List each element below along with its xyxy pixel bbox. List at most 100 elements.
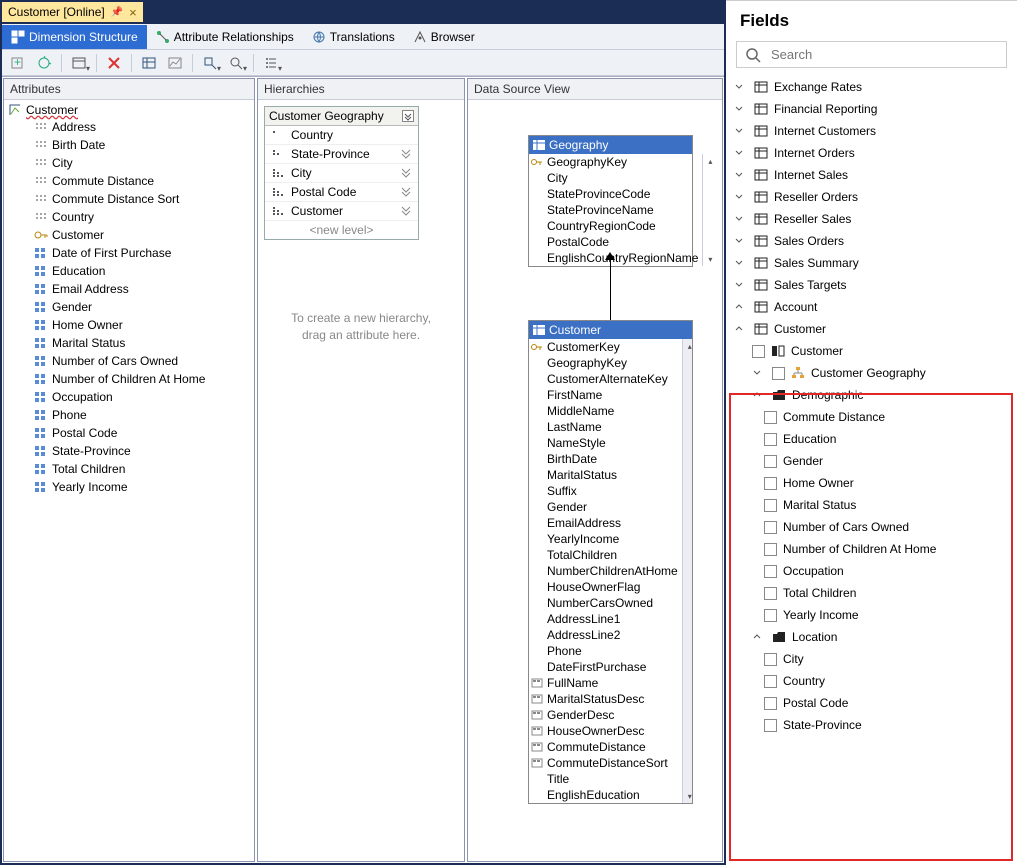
table-column[interactable]: GenderDesc <box>529 707 682 723</box>
attribute-item[interactable]: Commute Distance <box>6 172 252 190</box>
fields-table[interactable]: Sales Summary <box>726 252 1017 274</box>
fields-table[interactable]: Internet Sales <box>726 164 1017 186</box>
attribute-item[interactable]: Address <box>6 118 252 136</box>
table-column[interactable]: MiddleName <box>529 403 682 419</box>
fields-field[interactable]: Customer <box>726 340 1017 362</box>
table-column[interactable]: NumberChildrenAtHome <box>529 563 682 579</box>
tab-translations[interactable]: Translations <box>303 25 404 49</box>
hierarchy-new-level[interactable]: <new level> <box>265 221 418 239</box>
table-column[interactable]: CommuteDistance <box>529 739 682 755</box>
find-button[interactable] <box>198 52 222 74</box>
field-checkbox[interactable] <box>772 367 785 380</box>
table-column[interactable]: NameStyle <box>529 435 682 451</box>
attribute-item[interactable]: Birth Date <box>6 136 252 154</box>
hierarchy-level[interactable]: Country <box>265 126 418 145</box>
chevron-collapsed-icon[interactable] <box>734 258 748 268</box>
chevron-collapsed-icon[interactable] <box>734 192 748 202</box>
chevron-collapsed-icon[interactable] <box>734 236 748 246</box>
attribute-item[interactable]: Education <box>6 262 252 280</box>
fields-table[interactable]: Internet Orders <box>726 142 1017 164</box>
attribute-item[interactable]: Email Address <box>6 280 252 298</box>
fields-hierarchy[interactable]: Customer Geography <box>726 362 1017 384</box>
hierarchy-level[interactable]: Postal Code <box>265 183 418 202</box>
attribute-item[interactable]: Occupation <box>6 388 252 406</box>
dsv-table-geography[interactable]: Geography GeographyKeyCityStateProvinceC… <box>528 135 693 267</box>
table-column[interactable]: EnglishCountryRegionName <box>529 250 702 266</box>
table-column[interactable]: Suffix <box>529 483 682 499</box>
table-column[interactable]: AddressLine1 <box>529 611 682 627</box>
attribute-item[interactable]: Postal Code <box>6 424 252 442</box>
zoom-button[interactable] <box>224 52 248 74</box>
fields-table[interactable]: Account <box>726 296 1017 318</box>
chevron-collapsed-icon[interactable] <box>734 104 748 114</box>
table-column[interactable]: StateProvinceName <box>529 202 702 218</box>
tab-dimension-structure[interactable]: Dimension Structure <box>2 25 147 49</box>
process-button[interactable] <box>32 52 56 74</box>
table-column[interactable]: CountryRegionCode <box>529 218 702 234</box>
fields-table[interactable]: Sales Targets <box>726 274 1017 296</box>
attribute-item[interactable]: Total Children <box>6 460 252 478</box>
close-icon[interactable]: × <box>129 5 137 20</box>
table-column[interactable]: NumberCarsOwned <box>529 595 682 611</box>
table-column[interactable]: CommuteDistanceSort <box>529 755 682 771</box>
scrollbar[interactable]: ▴▾ <box>702 154 703 266</box>
table-column[interactable]: GeographyKey <box>529 355 682 371</box>
field-checkbox[interactable] <box>752 345 765 358</box>
pin-icon[interactable]: 📌 <box>111 7 123 18</box>
table-column[interactable]: HouseOwnerFlag <box>529 579 682 595</box>
chevron-collapsed-icon[interactable] <box>752 368 766 378</box>
table-column[interactable]: GeographyKey <box>529 154 702 170</box>
attribute-item[interactable]: Number of Children At Home <box>6 370 252 388</box>
chevron-expanded-icon[interactable] <box>734 302 748 312</box>
table-column[interactable]: EnglishEducation <box>529 787 682 803</box>
hierarchy-level[interactable]: City <box>265 164 418 183</box>
hierarchy-expand-icon[interactable] <box>402 110 414 122</box>
chevron-collapsed-icon[interactable] <box>734 126 748 136</box>
fields-table[interactable]: Internet Customers <box>726 120 1017 142</box>
table-column[interactable]: FirstName <box>529 387 682 403</box>
attribute-item[interactable]: Customer <box>6 226 252 244</box>
attribute-item[interactable]: Number of Cars Owned <box>6 352 252 370</box>
tree-view-button[interactable] <box>259 52 283 74</box>
table-column[interactable]: MaritalStatus <box>529 467 682 483</box>
table-column[interactable]: Gender <box>529 499 682 515</box>
attribute-item[interactable]: Country <box>6 208 252 226</box>
attribute-item[interactable]: Date of First Purchase <box>6 244 252 262</box>
table-column[interactable]: EmailAddress <box>529 515 682 531</box>
table-column[interactable]: PostalCode <box>529 234 702 250</box>
fields-table[interactable]: Customer <box>726 318 1017 340</box>
chevron-collapsed-icon[interactable] <box>734 280 748 290</box>
hierarchy-level[interactable]: State-Province <box>265 145 418 164</box>
dsv-canvas[interactable]: Geography GeographyKeyCityStateProvinceC… <box>468 100 722 861</box>
hierarchy-box[interactable]: Customer Geography CountryState-Province… <box>264 106 419 240</box>
fields-table[interactable]: Financial Reporting <box>726 98 1017 120</box>
attribute-item[interactable]: Gender <box>6 298 252 316</box>
add-bi-item-button[interactable]: + <box>6 52 30 74</box>
attribute-item[interactable]: Home Owner <box>6 316 252 334</box>
table-column[interactable]: TotalChildren <box>529 547 682 563</box>
table-column[interactable]: AddressLine2 <box>529 627 682 643</box>
table-column[interactable]: CustomerAlternateKey <box>529 371 682 387</box>
document-tab[interactable]: Customer [Online] 📌 × <box>2 2 143 22</box>
attribute-item[interactable]: Commute Distance Sort <box>6 190 252 208</box>
chevron-expanded-icon[interactable] <box>734 324 748 334</box>
hierarchy-level[interactable]: Customer <box>265 202 418 221</box>
fields-table[interactable]: Reseller Sales <box>726 208 1017 230</box>
chevron-collapsed-icon[interactable] <box>734 82 748 92</box>
tab-attribute-relationships[interactable]: Attribute Relationships <box>147 25 303 49</box>
view-mode-button[interactable] <box>67 52 91 74</box>
table-column[interactable]: City <box>529 170 702 186</box>
attributes-root[interactable]: Customer <box>6 102 252 118</box>
table-column[interactable]: Phone <box>529 643 682 659</box>
fields-table[interactable]: Reseller Orders <box>726 186 1017 208</box>
chevron-collapsed-icon[interactable] <box>734 214 748 224</box>
table-column[interactable]: MaritalStatusDesc <box>529 691 682 707</box>
table-column[interactable]: FullName <box>529 675 682 691</box>
table-column[interactable]: CustomerKey <box>529 339 682 355</box>
table-column[interactable]: YearlyIncome <box>529 531 682 547</box>
tab-browser[interactable]: Browser <box>404 25 484 49</box>
chevron-collapsed-icon[interactable] <box>734 148 748 158</box>
table-column[interactable]: Title <box>529 771 682 787</box>
attribute-item[interactable]: State-Province <box>6 442 252 460</box>
show-diagram-button[interactable] <box>163 52 187 74</box>
